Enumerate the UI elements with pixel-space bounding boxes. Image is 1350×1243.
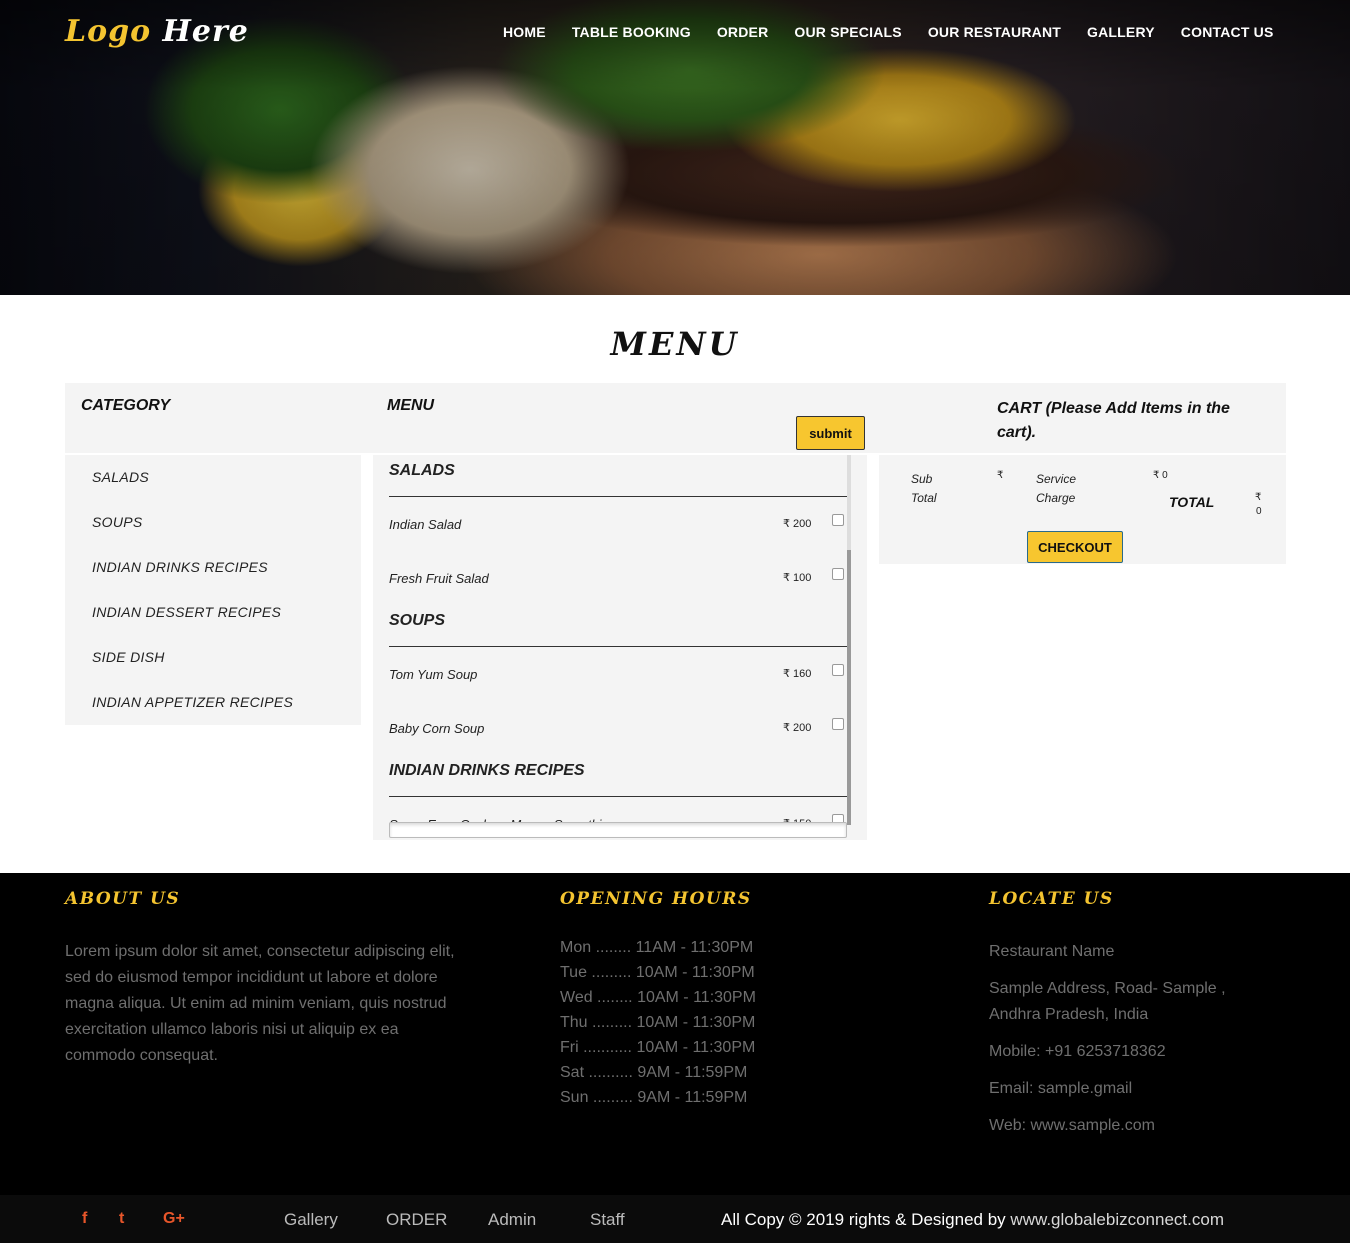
menu-item-price: ₹ 160 [783, 668, 812, 680]
hours-row: Thu ......... 10AM - 11:30PM [560, 1014, 756, 1031]
logo-word-2: Here [162, 14, 249, 49]
footer-link-staff[interactable]: Staff [590, 1210, 625, 1230]
footer-link-admin[interactable]: Admin [488, 1210, 536, 1230]
footer-link-order[interactable]: ORDER [386, 1210, 447, 1230]
mobile: Mobile: +91 6253718362 [989, 1043, 1166, 1060]
footer-link-gallery[interactable]: Gallery [284, 1210, 338, 1230]
section-divider [389, 796, 847, 797]
category-item-side-dish[interactable]: SIDE DISH [92, 649, 165, 665]
about-text: Lorem ipsum dolor sit amet, consectetur … [65, 943, 455, 1064]
category-item-indian-dessert[interactable]: INDIAN DESSERT RECIPES [92, 604, 281, 620]
menu-section-title: SALADS [389, 462, 455, 479]
nav-gallery[interactable]: GALLERY [1087, 24, 1155, 40]
locate-info: Restaurant Name Sample Address, Road- Sa… [989, 939, 1259, 1150]
hours-row: Mon ........ 11AM - 11:30PM [560, 939, 754, 956]
menu-item-name: Indian Salad [389, 517, 462, 532]
page-title: MENU [610, 325, 740, 363]
hours-heading: OPENING HOURS [560, 889, 752, 909]
menu-item-name: Fresh Fruit Salad [389, 571, 489, 586]
menu-section-title: INDIAN DRINKS RECIPES [389, 762, 585, 779]
twitter-icon[interactable]: t [119, 1210, 124, 1228]
locate-heading: LOCATE US [989, 889, 1114, 909]
checkout-button[interactable]: CHECKOUT [1027, 531, 1123, 563]
nav-home[interactable]: HOME [503, 24, 546, 40]
hours-row: Wed ........ 10AM - 11:30PM [560, 989, 756, 1006]
nav-contact-us[interactable]: CONTACT US [1181, 24, 1274, 40]
service-charge-value: ₹ 0 [1153, 470, 1168, 481]
menu-item-checkbox[interactable] [832, 718, 844, 730]
main-nav: HOME TABLE BOOKING ORDER OUR SPECIALS OU… [503, 24, 1300, 40]
menu-list[interactable]: SALADS Indian Salad ₹ 200 Fresh Fruit Sa… [389, 455, 847, 825]
total-label: TOTAL [1169, 494, 1215, 510]
menu-item-price: ₹ 200 [783, 518, 812, 530]
cart-heading: CART (Please Add Items in the cart). [997, 400, 1230, 441]
section-divider [389, 496, 847, 497]
hours-row: Tue ......... 10AM - 11:30PM [560, 964, 755, 981]
hours-row: Fri ........... 10AM - 11:30PM [560, 1039, 756, 1056]
logo[interactable]: Logo Here [65, 14, 249, 49]
category-item-indian-appetizer[interactable]: INDIAN APPETIZER RECIPES [92, 694, 293, 710]
copyright-text: All Copy © 2019 rights & Designed by [721, 1210, 1006, 1229]
menu-item-price: ₹ 200 [783, 722, 812, 734]
about-heading: ABOUT US [65, 889, 181, 909]
opening-hours-list: Mon ........ 11AM - 11:30PM Tue ........… [560, 935, 756, 1110]
horizontal-scrollbar[interactable] [389, 822, 847, 838]
menu-item-price: ₹ 100 [783, 572, 812, 584]
google-plus-icon[interactable]: G+ [163, 1210, 185, 1228]
category-list: SALADS SOUPS INDIAN DRINKS RECIPES INDIA… [65, 455, 361, 725]
restaurant-name: Restaurant Name [989, 943, 1115, 960]
scroll-thumb[interactable] [847, 550, 851, 825]
nav-our-restaurant[interactable]: OUR RESTAURANT [928, 24, 1061, 40]
hours-row: Sat .......... 9AM - 11:59PM [560, 1064, 748, 1081]
total-currency: ₹ [1255, 492, 1262, 503]
cart-panel: Sub Total ₹ Service Charge ₹ 0 TOTAL ₹ 0… [879, 455, 1286, 564]
address: Sample Address, Road- Sample , Andhra Pr… [989, 980, 1226, 1023]
facebook-icon[interactable]: f [82, 1210, 87, 1228]
menu-item-checkbox[interactable] [832, 664, 844, 676]
menu-item-checkbox[interactable] [832, 568, 844, 580]
logo-word-1: Logo [65, 14, 152, 49]
nav-order[interactable]: ORDER [717, 24, 769, 40]
category-item-salads[interactable]: SALADS [92, 469, 149, 485]
bottom-bar: f t G+ Gallery ORDER Admin Staff All Cop… [0, 1195, 1350, 1243]
menu-item-name: Tom Yum Soup [389, 667, 478, 682]
nav-our-specials[interactable]: OUR SPECIALS [794, 24, 901, 40]
subtotal-value: ₹ [997, 470, 1004, 481]
category-item-soups[interactable]: SOUPS [92, 514, 143, 530]
website: Web: www.sample.com [989, 1117, 1155, 1134]
email: Email: sample.gmail [989, 1080, 1133, 1097]
menu-section-title: SOUPS [389, 612, 446, 629]
column-headers: CATEGORY MENU submit CART (Please Add It… [65, 383, 1286, 453]
copyright: All Copy © 2019 rights & Designed by www… [721, 1210, 1224, 1230]
menu-heading: MENU [387, 397, 435, 414]
hours-row: Sun ......... 9AM - 11:59PM [560, 1089, 748, 1106]
service-charge-label: Service Charge [1036, 472, 1077, 505]
section-divider [389, 646, 847, 647]
hero-banner: Logo Here HOME TABLE BOOKING ORDER OUR S… [0, 0, 1350, 295]
category-heading: CATEGORY [81, 397, 171, 414]
menu-item-checkbox[interactable] [832, 514, 844, 526]
submit-button[interactable]: submit [796, 416, 865, 450]
total-value: 0 [1256, 506, 1262, 517]
menu-list-panel: SALADS Indian Salad ₹ 200 Fresh Fruit Sa… [373, 455, 867, 840]
menu-item-name: Baby Corn Soup [389, 721, 485, 736]
designer-link[interactable]: www.globalebizconnect.com [1010, 1210, 1224, 1229]
footer: ABOUT US Lorem ipsum dolor sit amet, con… [0, 873, 1350, 1195]
subtotal-label: Sub Total [911, 472, 937, 505]
category-item-indian-drinks[interactable]: INDIAN DRINKS RECIPES [92, 559, 268, 575]
nav-table-booking[interactable]: TABLE BOOKING [572, 24, 691, 40]
vertical-scrollbar[interactable] [847, 455, 851, 825]
